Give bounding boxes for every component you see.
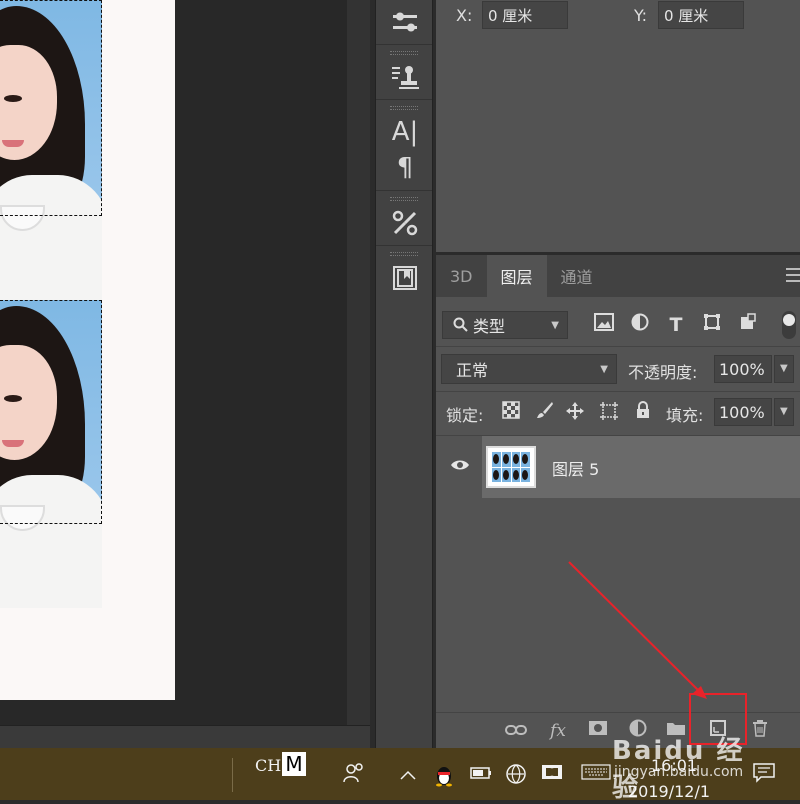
layer-filter-row: 类型 ▼ T <box>442 311 800 341</box>
filter-kind-select[interactable]: 类型 ▼ <box>442 311 568 339</box>
lock-position-move-icon[interactable] <box>564 401 586 423</box>
battery-power-icon[interactable] <box>468 763 492 787</box>
marquee-selection <box>0 0 102 216</box>
chevron-down-icon: ▼ <box>780 363 788 374</box>
panel-tabs: 3D 图层 通道 <box>436 255 800 297</box>
visibility-eye-icon[interactable] <box>450 458 470 472</box>
lock-all-icon[interactable] <box>632 401 654 423</box>
layer-name[interactable]: 图层 5 <box>552 456 599 480</box>
adjust-icon[interactable] <box>376 4 434 40</box>
ime-language[interactable]: CH <box>255 756 281 775</box>
notification-center-icon[interactable] <box>752 763 776 787</box>
y-label: Y: <box>634 6 648 25</box>
opacity-input[interactable] <box>714 355 772 383</box>
smart-object-filter-icon[interactable] <box>736 313 760 337</box>
people-icon[interactable] <box>342 763 366 787</box>
image-filter-icon[interactable] <box>592 313 616 337</box>
opacity-label: 不透明度: <box>628 363 698 382</box>
windows-taskbar: CH M 16:01 2019/12/1 <box>0 748 800 801</box>
shape-filter-icon[interactable] <box>700 313 724 337</box>
search-icon <box>453 317 468 332</box>
blend-mode-label: 正常 <box>456 361 489 380</box>
tab-channels[interactable]: 通道 <box>547 255 607 297</box>
link-layers-icon[interactable] <box>504 719 528 743</box>
lock-artboard-icon[interactable] <box>598 401 620 423</box>
lock-transparency-icon[interactable] <box>500 401 522 423</box>
tools-icon[interactable] <box>376 205 434 241</box>
fill-input[interactable] <box>714 398 772 426</box>
marquee-selection <box>0 300 102 524</box>
canvas-area[interactable] <box>0 0 370 748</box>
lock-label: 锁定: <box>446 406 484 425</box>
filter-kind-label: 类型 <box>473 317 506 336</box>
keyboard-icon[interactable] <box>580 763 612 787</box>
x-label: X: <box>456 6 473 25</box>
adjustment-filter-icon[interactable] <box>628 313 652 337</box>
character-icon[interactable]: A| <box>376 114 434 150</box>
properties-panel: X: Y: <box>436 0 800 252</box>
opacity-dropdown[interactable]: ▼ <box>774 355 794 383</box>
document-canvas[interactable] <box>0 0 175 700</box>
canvas-horizontal-scrollbar[interactable] <box>0 725 370 748</box>
canvas-vertical-scrollbar[interactable] <box>347 0 370 725</box>
y-position-input[interactable] <box>658 1 744 29</box>
chevron-up-icon[interactable] <box>396 763 420 787</box>
layer-style-fx-icon[interactable]: fx <box>546 719 570 743</box>
add-mask-icon[interactable] <box>586 719 610 743</box>
x-position-input[interactable] <box>482 1 568 29</box>
fill-dropdown[interactable]: ▼ <box>774 398 794 426</box>
type-filter-icon[interactable]: T <box>664 313 688 337</box>
adjustment-layer-icon[interactable] <box>626 719 650 743</box>
paragraph-icon[interactable]: ¶ <box>376 150 434 186</box>
annotation-highlight-box <box>689 693 747 745</box>
delete-layer-trash-icon[interactable] <box>748 719 772 743</box>
tab-layers[interactable]: 图层 <box>486 255 547 297</box>
panel-icon-strip: A| ¶ <box>375 0 433 748</box>
blend-mode-select[interactable]: 正常 ▼ <box>441 354 617 384</box>
clock-date[interactable]: 2019/12/1 <box>628 782 710 801</box>
clock-time[interactable]: 16:01 <box>651 756 697 775</box>
chevron-down-icon: ▼ <box>780 406 788 417</box>
layers-panel: 3D 图层 通道 类型 ▼ T 正常 ▼ 不透明度: ▼ 锁定: <box>436 254 800 748</box>
chevron-down-icon: ▼ <box>600 364 608 375</box>
network-icon[interactable] <box>504 763 528 787</box>
layer-thumbnail <box>486 446 536 488</box>
layer-row[interactable]: 图层 5 <box>436 436 800 498</box>
filter-toggle[interactable] <box>782 311 796 339</box>
dolby-audio-icon[interactable] <box>540 763 564 787</box>
chevron-down-icon: ▼ <box>551 320 559 331</box>
book-icon[interactable] <box>376 260 434 296</box>
ime-mode[interactable]: M <box>282 752 306 776</box>
tab-3d[interactable]: 3D <box>436 255 487 297</box>
stamp-icon[interactable] <box>376 59 434 95</box>
lock-pixels-brush-icon[interactable] <box>534 401 556 423</box>
group-folder-icon[interactable] <box>664 719 688 743</box>
fill-label: 填充: <box>666 406 704 425</box>
qq-penguin-icon[interactable] <box>432 763 456 787</box>
panel-menu-icon[interactable] <box>786 268 800 282</box>
